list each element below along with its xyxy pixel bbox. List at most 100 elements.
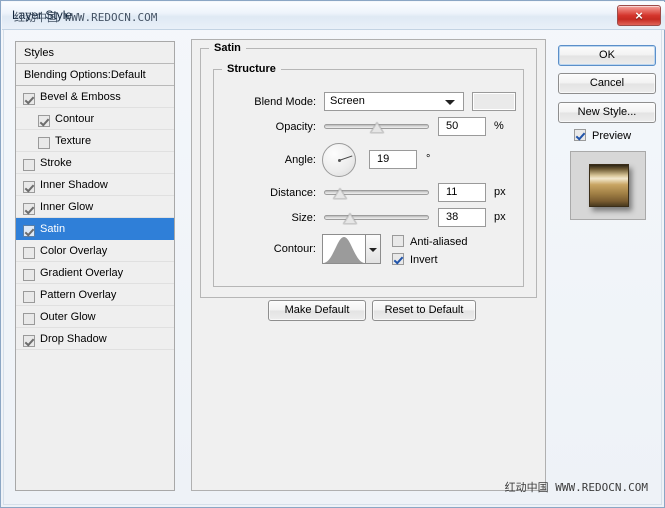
style-item-label: Outer Glow xyxy=(40,311,96,323)
ok-button[interactable]: OK xyxy=(558,45,656,66)
style-item-gradient-overlay[interactable]: Gradient Overlay xyxy=(16,262,174,284)
invert-label: Invert xyxy=(410,254,438,266)
bottom-watermark: 红动中国 WWW.REDOCN.COM xyxy=(504,481,648,494)
cancel-button[interactable]: Cancel xyxy=(558,73,656,94)
style-item-checkbox[interactable] xyxy=(23,159,35,171)
structure-group-title: Structure xyxy=(222,63,281,75)
style-preview-thumbnail xyxy=(570,151,646,220)
style-item-outer-glow[interactable]: Outer Glow xyxy=(16,306,174,328)
angle-dial[interactable] xyxy=(322,143,356,177)
blend-mode-select[interactable]: Screen xyxy=(324,92,464,111)
style-item-label: Gradient Overlay xyxy=(40,267,124,279)
style-item-checkbox[interactable] xyxy=(23,313,35,325)
blend-mode-row: Blend Mode: Screen xyxy=(214,92,523,112)
distance-row: Distance: 11 px xyxy=(214,183,523,203)
anti-aliased-label: Anti-aliased xyxy=(410,236,468,248)
style-item-inner-glow[interactable]: Inner Glow xyxy=(16,196,174,218)
style-item-drop-shadow[interactable]: Drop Shadow xyxy=(16,328,174,350)
opacity-row: Opacity: 50 % xyxy=(214,117,523,137)
size-input[interactable]: 38 xyxy=(438,208,486,227)
distance-unit: px xyxy=(494,186,506,198)
angle-input[interactable]: 19 xyxy=(369,150,417,169)
size-slider-track xyxy=(324,215,429,220)
invert-checkbox[interactable]: Invert xyxy=(392,253,438,267)
style-item-checkbox[interactable] xyxy=(23,225,35,237)
title-watermark: 红动中国 WWW.REDOCN.COM xyxy=(14,11,158,24)
style-item-bevel-emboss[interactable]: Bevel & Emboss xyxy=(16,86,174,108)
size-row: Size: 38 px xyxy=(214,208,523,228)
blend-mode-value: Screen xyxy=(330,95,365,107)
size-slider[interactable] xyxy=(324,208,429,227)
style-item-checkbox[interactable] xyxy=(38,115,50,127)
style-item-checkbox[interactable] xyxy=(23,335,35,347)
angle-label: Angle: xyxy=(284,154,316,166)
distance-slider-thumb[interactable] xyxy=(333,188,348,199)
size-label: Size: xyxy=(291,212,316,224)
distance-slider[interactable] xyxy=(324,183,429,202)
reset-to-default-button[interactable]: Reset to Default xyxy=(372,300,476,321)
style-item-checkbox[interactable] xyxy=(23,291,35,303)
chevron-down-icon xyxy=(369,248,377,252)
style-preview-swatch xyxy=(589,164,629,207)
contour-preview[interactable] xyxy=(322,234,366,264)
invert-checkbox-box xyxy=(392,253,404,265)
style-item-label: Texture xyxy=(55,135,92,147)
angle-row: Angle: 19 ° xyxy=(214,142,523,178)
close-button[interactable]: × xyxy=(617,5,661,26)
style-item-label: Drop Shadow xyxy=(40,333,107,345)
style-item-contour[interactable]: Contour xyxy=(16,108,174,130)
style-item-label: Inner Glow xyxy=(40,201,94,213)
new-style-button[interactable]: New Style... xyxy=(558,102,656,123)
style-item-checkbox[interactable] xyxy=(23,269,35,281)
style-item-checkbox[interactable] xyxy=(23,181,35,193)
opacity-slider-thumb[interactable] xyxy=(369,122,384,133)
preview-checkbox[interactable]: Preview xyxy=(574,129,631,143)
size-unit: px xyxy=(494,211,506,223)
styles-items-container: Bevel & Emboss Contour Texture Stroke Inner … xyxy=(16,86,174,350)
style-item-texture[interactable]: Texture xyxy=(16,130,174,152)
layer-style-dialog: Layer Style 红动中国 WWW.REDOCN.COM × Styles… xyxy=(0,0,665,508)
opacity-slider[interactable] xyxy=(324,117,429,136)
style-item-label: Pattern Overlay xyxy=(40,289,117,301)
satin-group-title: Satin xyxy=(209,42,246,54)
blending-options-row[interactable]: Blending Options:Default xyxy=(16,64,174,86)
contour-row: Contour: Anti-aliased Invert xyxy=(214,233,523,267)
style-item-label: Contour xyxy=(55,113,95,125)
style-item-label: Inner Shadow xyxy=(40,179,108,191)
style-item-pattern-overlay[interactable]: Pattern Overlay xyxy=(16,284,174,306)
preview-label: Preview xyxy=(592,130,632,142)
anti-aliased-checkbox-box xyxy=(392,235,404,247)
size-slider-thumb[interactable] xyxy=(343,213,358,224)
title-bar[interactable]: Layer Style 红动中国 WWW.REDOCN.COM × xyxy=(2,2,665,30)
angle-dial-needle xyxy=(338,155,353,161)
style-item-label: Bevel & Emboss xyxy=(40,91,121,103)
style-item-checkbox[interactable] xyxy=(23,203,35,215)
style-item-inner-shadow[interactable]: Inner Shadow xyxy=(16,174,174,196)
settings-panel: Satin Structure Blend Mode: Screen Opaci… xyxy=(191,39,546,491)
screenshot-root: Layer Style 红动中国 WWW.REDOCN.COM × Styles… xyxy=(0,0,665,508)
styles-list-panel: Styles Blending Options:Default Bevel & … xyxy=(15,41,175,491)
opacity-unit: % xyxy=(494,120,504,132)
opacity-input[interactable]: 50 xyxy=(438,117,486,136)
style-item-color-overlay[interactable]: Color Overlay xyxy=(16,240,174,262)
style-item-checkbox[interactable] xyxy=(23,93,35,105)
preview-checkbox-box xyxy=(574,129,586,141)
style-item-checkbox[interactable] xyxy=(38,137,50,149)
styles-header: Styles xyxy=(16,42,174,64)
structure-group: Structure Blend Mode: Screen Opacity: 50… xyxy=(213,63,524,287)
style-item-label: Stroke xyxy=(40,157,72,169)
make-default-button[interactable]: Make Default xyxy=(268,300,366,321)
distance-input[interactable]: 11 xyxy=(438,183,486,202)
style-item-stroke[interactable]: Stroke xyxy=(16,152,174,174)
style-item-label: Satin xyxy=(40,223,66,235)
angle-dial-center xyxy=(337,158,341,162)
anti-aliased-checkbox[interactable]: Anti-aliased xyxy=(392,235,467,249)
contour-curve-icon xyxy=(323,237,365,263)
contour-dropdown-button[interactable] xyxy=(366,234,381,264)
blend-color-swatch[interactable] xyxy=(472,92,516,111)
style-item-satin[interactable]: Satin xyxy=(16,218,174,240)
blend-mode-label: Blend Mode: xyxy=(254,96,316,108)
opacity-label: Opacity: xyxy=(275,121,316,133)
style-item-label: Color Overlay xyxy=(40,245,108,257)
style-item-checkbox[interactable] xyxy=(23,247,35,259)
